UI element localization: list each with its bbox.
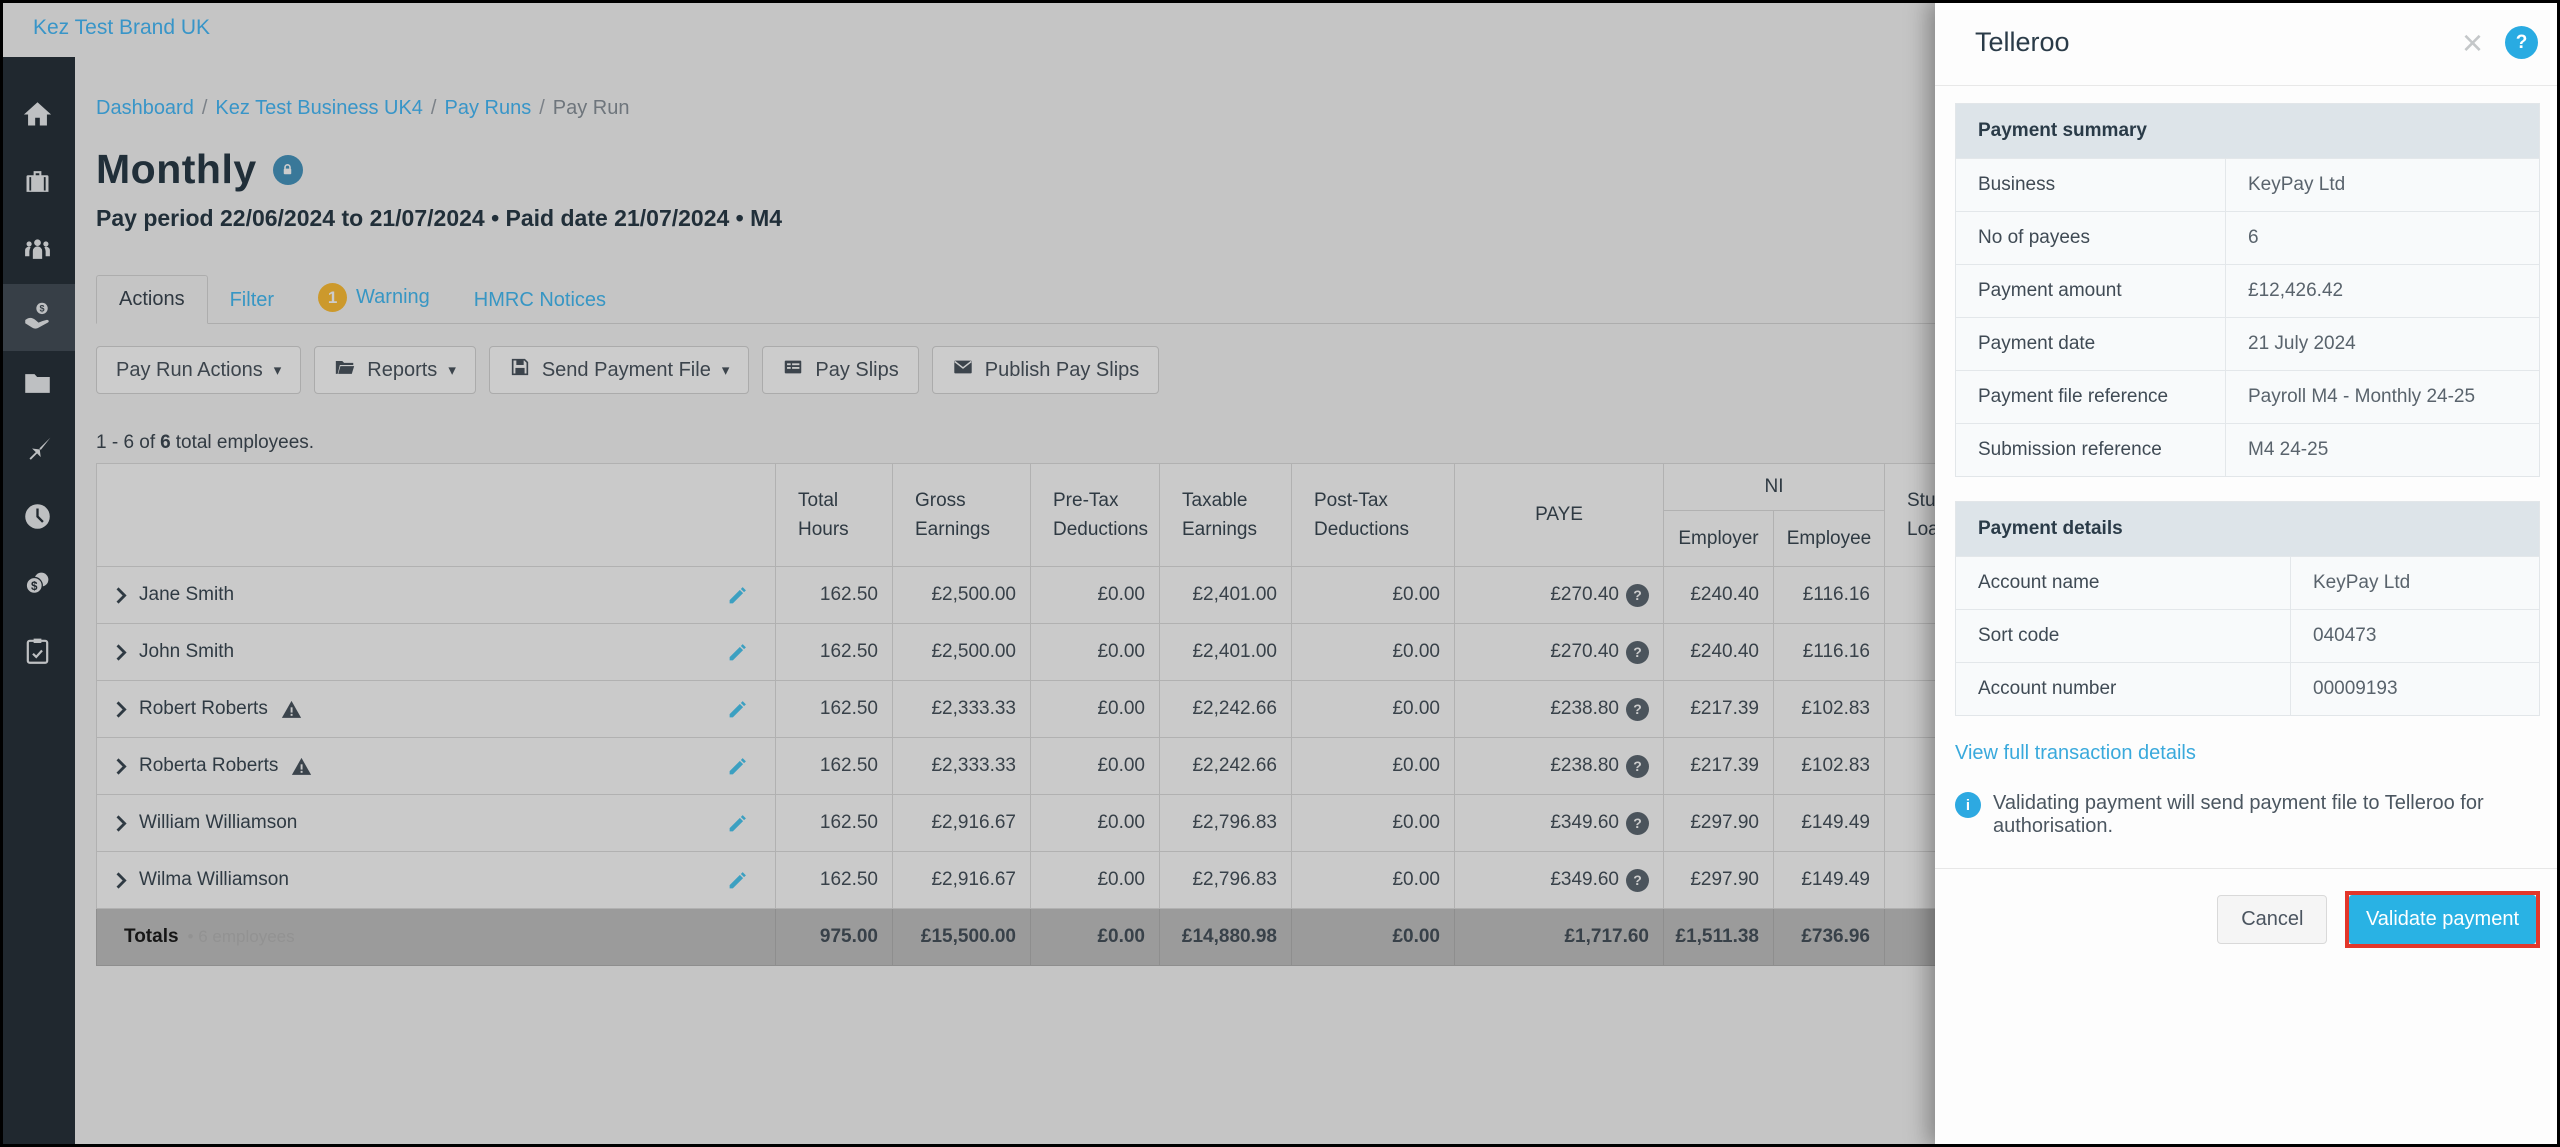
telleroo-panel: Telleroo × ? Payment summary BusinessKey… — [1935, 0, 2560, 1147]
summary-row-file-reference: Payment file referencePayroll M4 - Month… — [1956, 370, 2539, 423]
panel-title: Telleroo — [1975, 27, 2070, 58]
close-icon[interactable]: × — [2462, 25, 2483, 61]
panel-footer: Cancel Validate payment — [1935, 868, 2560, 948]
payment-summary-table: Payment summary BusinessKeyPay Ltd No of… — [1955, 103, 2540, 477]
highlight-box: Validate payment — [2345, 891, 2540, 948]
cancel-button[interactable]: Cancel — [2217, 895, 2327, 944]
info-icon: i — [1955, 792, 1981, 818]
summary-row-date: Payment date21 July 2024 — [1956, 317, 2539, 370]
payment-details-heading: Payment details — [1956, 502, 2539, 556]
summary-row-amount: Payment amount£12,426.42 — [1956, 264, 2539, 317]
summary-row-submission-reference: Submission referenceM4 24-25 — [1956, 423, 2539, 476]
summary-row-payees: No of payees6 — [1956, 211, 2539, 264]
summary-row-business: BusinessKeyPay Ltd — [1956, 158, 2539, 211]
payment-summary-heading: Payment summary — [1956, 104, 2539, 158]
details-row-account-name: Account nameKeyPay Ltd — [1956, 556, 2539, 609]
payment-details-table: Payment details Account nameKeyPay Ltd S… — [1955, 501, 2540, 716]
view-transaction-details-link[interactable]: View full transaction details — [1955, 742, 2196, 765]
details-row-sort-code: Sort code040473 — [1956, 609, 2539, 662]
validate-payment-button[interactable]: Validate payment — [2349, 895, 2536, 944]
details-row-account-number: Account number00009193 — [1956, 662, 2539, 715]
validation-info: i Validating payment will send payment f… — [1955, 792, 2540, 838]
help-icon[interactable]: ? — [2505, 26, 2538, 59]
